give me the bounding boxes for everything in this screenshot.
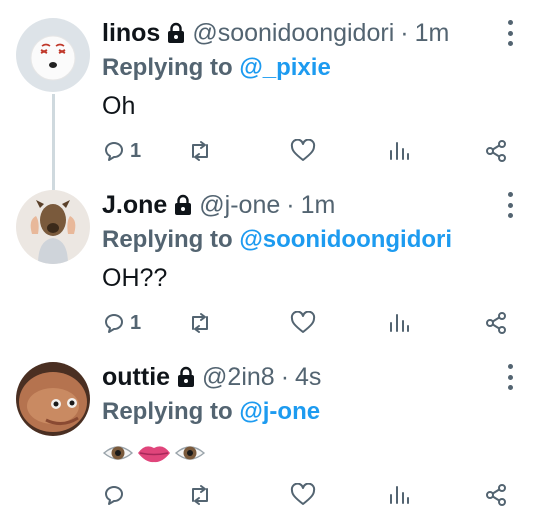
retweet-button[interactable] bbox=[186, 308, 214, 338]
like-icon bbox=[290, 483, 316, 505]
like-button[interactable] bbox=[290, 308, 316, 338]
analytics-button[interactable] bbox=[388, 480, 410, 510]
timestamp[interactable]: 1m bbox=[301, 190, 336, 220]
tweet-emoji bbox=[102, 438, 206, 468]
tweet-header: linos @soonidoongidori · 1m bbox=[102, 18, 449, 48]
like-icon bbox=[290, 139, 316, 161]
tweet-text: Oh bbox=[102, 92, 136, 120]
replying-prefix: Replying to bbox=[102, 398, 233, 425]
action-bar bbox=[102, 480, 522, 510]
separator: · bbox=[286, 191, 295, 219]
share-icon bbox=[486, 484, 506, 506]
share-button[interactable] bbox=[484, 480, 508, 510]
like-button[interactable] bbox=[290, 480, 316, 510]
tweet[interactable]: outtie @2in8 · 4s Replying to @j-one bbox=[0, 362, 540, 512]
replying-prefix: Replying to bbox=[102, 54, 233, 81]
retweet-button[interactable] bbox=[186, 480, 214, 510]
reply-count: 1 bbox=[130, 139, 142, 162]
replying-to: Replying to @j-one bbox=[102, 398, 320, 426]
lips-emoji-icon bbox=[138, 446, 170, 463]
lock-icon bbox=[175, 194, 192, 215]
retweet-icon bbox=[192, 141, 208, 161]
analytics-icon bbox=[390, 314, 409, 332]
analytics-button[interactable] bbox=[388, 308, 410, 338]
reply-button[interactable] bbox=[102, 480, 126, 510]
replying-to-link[interactable]: @soonidoongidori bbox=[239, 226, 452, 253]
more-icon[interactable] bbox=[506, 192, 514, 218]
handle[interactable]: @soonidoongidori bbox=[192, 18, 394, 48]
analytics-button[interactable] bbox=[388, 136, 410, 166]
retweet-icon bbox=[192, 485, 208, 505]
like-button[interactable] bbox=[290, 136, 316, 166]
replying-to: Replying to @_pixie bbox=[102, 54, 331, 82]
handle[interactable]: @j-one bbox=[199, 190, 280, 220]
reply-button[interactable]: 1 bbox=[102, 308, 141, 338]
like-icon bbox=[290, 311, 316, 333]
tweet[interactable]: linos @soonidoongidori · 1m Replying to … bbox=[0, 18, 540, 190]
avatar[interactable] bbox=[16, 362, 90, 436]
reply-icon bbox=[105, 142, 123, 161]
analytics-icon bbox=[390, 142, 409, 160]
replying-to-link[interactable]: @_pixie bbox=[239, 54, 330, 81]
reply-icon bbox=[105, 314, 123, 333]
timestamp[interactable]: 1m bbox=[415, 18, 450, 48]
more-icon[interactable] bbox=[506, 20, 514, 46]
eye-emoji-icon bbox=[174, 446, 206, 460]
action-bar: 1 bbox=[102, 308, 522, 338]
share-icon bbox=[486, 312, 506, 334]
replying-to: Replying to @soonidoongidori bbox=[102, 226, 452, 254]
reply-count: 1 bbox=[130, 311, 142, 334]
face-closeup-avatar-icon bbox=[16, 362, 90, 436]
separator: · bbox=[400, 19, 409, 47]
display-name[interactable]: linos bbox=[102, 18, 160, 48]
display-name[interactable]: J.one bbox=[102, 190, 167, 220]
more-icon[interactable] bbox=[506, 364, 514, 390]
tweet-header: J.one @j-one · 1m bbox=[102, 190, 335, 220]
avatar[interactable] bbox=[16, 190, 90, 264]
reply-icon bbox=[105, 486, 123, 505]
separator: · bbox=[280, 363, 290, 391]
tweet[interactable]: J.one @j-one · 1m Replying to @soonidoon… bbox=[0, 190, 540, 340]
display-name[interactable]: outtie bbox=[102, 362, 170, 392]
dog-mask-avatar-icon bbox=[16, 190, 90, 264]
handle[interactable]: @2in8 bbox=[202, 362, 275, 392]
share-button[interactable] bbox=[484, 136, 508, 166]
share-button[interactable] bbox=[484, 308, 508, 338]
analytics-icon bbox=[390, 486, 409, 504]
tweet-header: outtie @2in8 · 4s bbox=[102, 362, 321, 392]
cartoon-character-avatar-icon bbox=[16, 18, 90, 92]
avatar[interactable] bbox=[16, 18, 90, 92]
action-bar: 1 bbox=[102, 136, 522, 166]
replying-to-link[interactable]: @j-one bbox=[239, 398, 320, 425]
lock-icon bbox=[168, 22, 185, 43]
retweet-icon bbox=[192, 313, 208, 333]
lock-icon bbox=[178, 366, 195, 387]
eye-emoji-icon bbox=[102, 446, 134, 460]
retweet-button[interactable] bbox=[186, 136, 214, 166]
timestamp[interactable]: 4s bbox=[295, 362, 321, 392]
replying-prefix: Replying to bbox=[102, 226, 233, 253]
reply-button[interactable]: 1 bbox=[102, 136, 141, 166]
tweet-text: OH?? bbox=[102, 264, 168, 292]
thread-line bbox=[52, 94, 55, 190]
share-icon bbox=[486, 140, 506, 162]
